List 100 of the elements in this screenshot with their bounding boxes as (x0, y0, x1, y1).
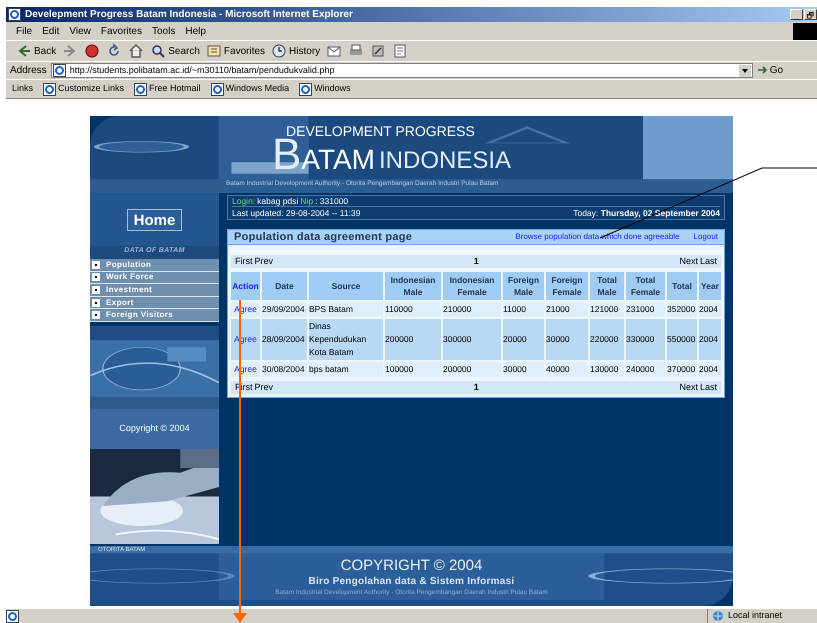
table-cell: 121000 (590, 302, 624, 317)
home-button[interactable] (128, 43, 144, 59)
link-button[interactable]: Windows Media (210, 82, 290, 96)
zone-label: Local intranet (728, 609, 782, 622)
address-field[interactable]: http://students.polibatam.ac.id/~m30110/batam/pendudukvalid.php (50, 63, 753, 78)
links-label: Links (12, 82, 34, 96)
table-cell: 110000 (385, 302, 441, 317)
last-page-link[interactable]: Last (700, 380, 717, 394)
table-cell: 220000 (590, 319, 624, 360)
house-icon (128, 43, 144, 59)
table-cell: 2004 (699, 319, 721, 360)
column-header: Foreign Female (546, 272, 588, 300)
footer-copyright: COPYRIGHT © 2004 (340, 557, 482, 575)
bullet-icon (92, 286, 100, 294)
page-icon (8, 8, 21, 21)
column-header: Indonesian Female (443, 272, 501, 300)
column-header: Foreign Male (503, 272, 544, 300)
table-cell: Dinas Kependudukan Kota Batam (309, 319, 383, 360)
column-header: Source (309, 272, 383, 300)
bullet-icon (92, 298, 100, 307)
page-icon (43, 82, 56, 96)
menu-item[interactable]: Tools (152, 24, 176, 38)
column-header: Total (667, 272, 697, 300)
home-button[interactable]: Home (126, 208, 182, 230)
last-updated-text: Last updated: 29-08-2004 -- 11:39 (232, 206, 360, 220)
column-header: Year (699, 272, 721, 300)
nip-label: Nip (300, 194, 314, 208)
table-cell: bps batam (309, 362, 383, 377)
go-arrow-icon (756, 65, 768, 76)
go-button[interactable]: Go (756, 63, 784, 78)
logo-subword: INDONESIA (378, 147, 512, 175)
table-cell: 20000 (503, 319, 544, 360)
page-icon (134, 82, 148, 96)
header-link[interactable]: Logout (694, 231, 718, 243)
bullet-icon (92, 260, 100, 269)
table-cell: 2004 (699, 362, 721, 377)
logo-word: ATAM (301, 145, 375, 175)
link-button[interactable]: Windows (299, 82, 351, 96)
history-button[interactable]: History (271, 43, 320, 59)
menu-item[interactable]: Favorites (100, 24, 142, 38)
page-icon (210, 82, 224, 96)
link-button[interactable]: Customize Links (43, 82, 124, 96)
first-page-link[interactable]: First (235, 254, 252, 268)
prev-page-link[interactable]: Prev (254, 254, 274, 268)
address-label: Address (10, 64, 47, 78)
panel-title: Population data agreement page (234, 230, 412, 245)
table-cell: 352000 (667, 302, 697, 317)
table-cell: 200000 (385, 319, 441, 360)
menu-item[interactable]: Edit (42, 24, 60, 38)
table-cell: 29/09/2004 (262, 302, 307, 317)
login-label: Login: (232, 194, 256, 208)
table-cell: 30000 (503, 362, 544, 377)
table-cell: 30000 (546, 319, 588, 360)
menu-item[interactable]: Help (185, 24, 206, 38)
globe-icon (712, 610, 724, 622)
table-cell: 200000 (443, 362, 501, 377)
table-cell: 231000 (626, 302, 665, 317)
nip-value: : 331000 (315, 194, 348, 208)
table-cell: BPS Batam (309, 302, 383, 317)
menu-item[interactable]: File (16, 24, 32, 38)
discuss-button[interactable] (392, 43, 408, 59)
clock-icon (271, 43, 288, 59)
table-cell: 21000 (546, 302, 588, 317)
last-page-link[interactable]: Last (700, 254, 717, 268)
page-number: 1 (474, 254, 479, 268)
today-date-text: Today: Thursday, 02 September 2004 (573, 206, 720, 220)
next-page-link[interactable]: Next (679, 254, 698, 268)
stop-button[interactable] (84, 43, 100, 59)
prev-page-link[interactable]: Prev (254, 380, 274, 394)
favorites-button[interactable]: Favorites (206, 43, 266, 59)
pencil-icon (370, 43, 386, 59)
table-cell: 28/09/2004 (262, 319, 307, 360)
menu-item[interactable]: View (69, 24, 91, 38)
table-cell: 300000 (443, 319, 501, 360)
table-cell: 550000 (667, 319, 697, 360)
search-button[interactable]: Search (150, 43, 200, 59)
table-cell: 370000 (667, 362, 697, 377)
column-header: Action (231, 272, 260, 300)
page-icon (299, 82, 312, 96)
table-cell: 130000 (590, 362, 624, 377)
search-icon (150, 43, 166, 59)
column-header: Total Male (590, 272, 624, 300)
table-cell: 2004 (699, 302, 721, 317)
link-button[interactable]: Free Hotmail (134, 82, 201, 96)
next-page-link[interactable]: Next (679, 380, 698, 394)
table-cell: 30/08/2004 (262, 362, 307, 377)
column-header: Indonesian Male (385, 272, 441, 300)
window-control-button[interactable]: 🗗 (804, 9, 817, 20)
window-title: Develepment Progress Batam Indonesia - Microsoft Internet Explorer (25, 8, 353, 22)
folder-icon (206, 43, 222, 59)
column-header: Date (262, 272, 307, 300)
login-user: kabag pdsi (257, 194, 298, 208)
edit-button[interactable] (370, 43, 386, 59)
copyright-text: Copyright © 2004 (119, 422, 190, 436)
stop-icon (84, 43, 100, 59)
page-number: 1 (474, 380, 479, 394)
forward-arrow-icon (62, 43, 78, 59)
page-icon (52, 64, 66, 77)
back-button[interactable]: Back (16, 43, 56, 59)
table-cell: 210000 (443, 302, 501, 317)
